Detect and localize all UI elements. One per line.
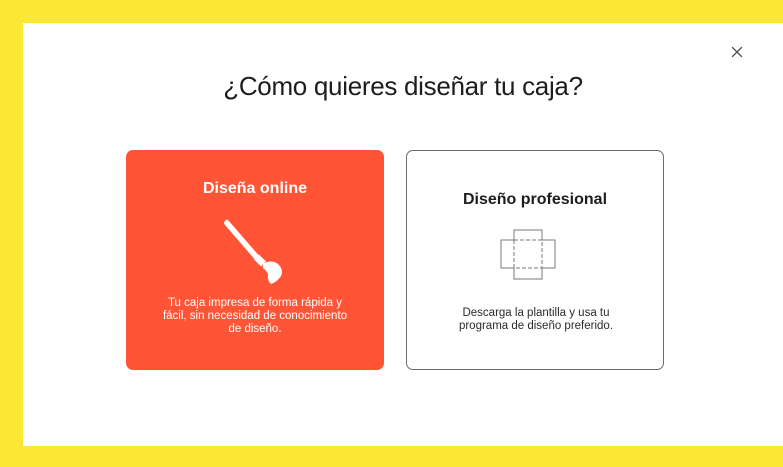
- design-online-option[interactable]: Diseña online Tu caja impresa de forma r…: [126, 150, 384, 370]
- professional-design-title: Diseño profesional: [462, 191, 608, 208]
- professional-design-description: Descarga la plantilla y usa tu programa …: [458, 307, 614, 332]
- close-icon: [731, 46, 743, 58]
- design-online-description: Tu caja impresa de forma rápida y fácil,…: [162, 297, 348, 335]
- box-template-icon: [500, 229, 556, 280]
- design-online-title: Diseña online: [202, 180, 308, 197]
- professional-design-option[interactable]: Diseño profesional Descarga la plantilla…: [406, 150, 664, 370]
- design-choice-modal: ¿Cómo quieres diseñar tu caja? Diseña on…: [23, 23, 783, 446]
- paintbrush-icon: [224, 219, 282, 284]
- highlight-frame: ¿Cómo quieres diseñar tu caja? Diseña on…: [0, 0, 783, 467]
- close-button[interactable]: [727, 42, 747, 62]
- modal-title: ¿Cómo quieres diseñar tu caja?: [223, 71, 583, 101]
